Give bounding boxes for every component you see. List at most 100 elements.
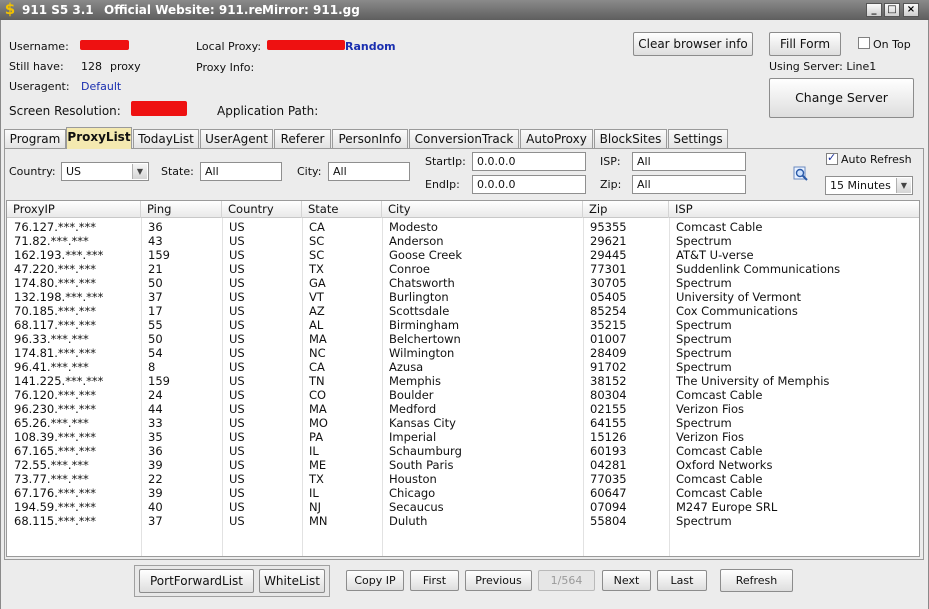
close-button[interactable]: × — [903, 3, 919, 17]
cell-isp: Suddenlink Communications — [676, 262, 841, 276]
auto-refresh-checkbox[interactable] — [826, 151, 838, 165]
white-list-button[interactable]: WhiteList — [259, 569, 325, 593]
tab-conversiontrack[interactable]: ConversionTrack — [409, 129, 519, 148]
cell-isp: Spectrum — [676, 360, 732, 374]
cell-isp: Spectrum — [676, 318, 732, 332]
on-top-checkbox[interactable] — [858, 37, 870, 49]
header-col-isp[interactable]: ISP — [669, 201, 919, 218]
startip-input[interactable]: 0.0.0.0 — [472, 152, 586, 171]
tab-autoproxy[interactable]: AutoProxy — [520, 129, 593, 148]
table-row[interactable]: 96.33.***.*** 50 US MA Belchertown 01007 Spect… — [7, 332, 919, 346]
tab-settings[interactable]: Settings — [668, 129, 728, 148]
cell-ping: 24 — [148, 388, 163, 402]
cell-ping: 159 — [148, 248, 170, 262]
table-row[interactable]: 67.176.***.*** 39 US IL Chicago 60647 Comcast … — [7, 486, 919, 500]
tab-referer[interactable]: Referer — [274, 129, 331, 148]
header-col-ping[interactable]: Ping — [141, 201, 222, 218]
minimize-button[interactable]: _ — [866, 3, 882, 17]
cell-state: NJ — [309, 500, 321, 514]
useragent-link[interactable]: Default — [81, 80, 121, 93]
maximize-button[interactable]: □ — [884, 3, 900, 17]
cell-city: Anderson — [389, 234, 444, 248]
useragent-label: Useragent: — [9, 80, 70, 93]
zip-input[interactable]: All — [632, 175, 746, 194]
header-col-city[interactable]: City — [382, 201, 583, 218]
header-col-country[interactable]: Country — [222, 201, 302, 218]
city-input[interactable]: All — [328, 162, 410, 181]
table-row[interactable]: 68.115.***.*** 37 US MN Duluth 55804 Spectrum — [7, 514, 919, 528]
cell-state: GA — [309, 276, 326, 290]
table-row[interactable]: 76.127.***.*** 36 US CA Modesto 95355 Comcast … — [7, 220, 919, 234]
cell-city: Memphis — [389, 374, 441, 388]
table-row[interactable]: 132.198.***.*** 37 US VT Burlington 05405 Univ… — [7, 290, 919, 304]
tab-blocksites[interactable]: BlockSites — [594, 129, 667, 148]
table-row[interactable]: 65.26.***.*** 33 US MO Kansas City 64155 Spect… — [7, 416, 919, 430]
search-icon[interactable] — [793, 166, 809, 182]
header-col-proxyip[interactable]: ProxyIP — [7, 201, 141, 218]
tab-proxylist[interactable]: ProxyList — [66, 127, 132, 149]
cell-state: AZ — [309, 304, 325, 318]
table-row[interactable]: 174.81.***.*** 54 US NC Wilmington 28409 Spect… — [7, 346, 919, 360]
cell-state: TX — [309, 262, 324, 276]
table-row[interactable]: 68.117.***.*** 55 US AL Birmingham 35215 Spect… — [7, 318, 919, 332]
mirror-text: Mirror: 911.gg — [262, 3, 360, 17]
country-select[interactable]: US ▼ — [61, 162, 149, 181]
cell-zip: 35215 — [590, 318, 627, 332]
cell-ping: 35 — [148, 430, 163, 444]
website-text: Official Website: 911.re — [104, 3, 263, 17]
tab-personinfo[interactable]: PersonInfo — [332, 129, 408, 148]
table-row[interactable]: 72.55.***.*** 39 US ME South Paris 04281 Oxfor… — [7, 458, 919, 472]
previous-page-button[interactable]: Previous — [465, 570, 532, 591]
cell-zip: 28409 — [590, 346, 627, 360]
cell-city: Houston — [389, 472, 437, 486]
table-row[interactable]: 73.77.***.*** 22 US TX Houston 77035 Comcast C… — [7, 472, 919, 486]
tab-useragent[interactable]: UserAgent — [200, 129, 273, 148]
cell-country: US — [229, 500, 245, 514]
tab-todaylist[interactable]: TodayList — [133, 129, 199, 148]
port-forward-list-button[interactable]: PortForwardList — [139, 569, 254, 593]
header-col-state[interactable]: State — [302, 201, 382, 218]
on-top-label: On Top — [873, 38, 911, 51]
next-page-button[interactable]: Next — [602, 570, 651, 591]
table-row[interactable]: 141.225.***.*** 159 US TN Memphis 38152 The Un… — [7, 374, 919, 388]
cell-ping: 22 — [148, 472, 163, 486]
cell-zip: 15126 — [590, 430, 627, 444]
cell-country: US — [229, 220, 245, 234]
fill-form-button[interactable]: Fill Form — [769, 32, 841, 56]
last-page-button[interactable]: Last — [657, 570, 707, 591]
table-row[interactable]: 76.120.***.*** 24 US CO Boulder 80304 Comcast … — [7, 388, 919, 402]
state-input[interactable]: All — [200, 162, 282, 181]
isp-input[interactable]: All — [632, 152, 746, 171]
table-row[interactable]: 162.193.***.*** 159 US SC Goose Creek 29445 AT… — [7, 248, 919, 262]
random-link[interactable]: Random — [345, 40, 396, 53]
copy-ip-button[interactable]: Copy IP — [346, 570, 404, 591]
refresh-button[interactable]: Refresh — [720, 569, 793, 592]
cell-country: US — [229, 234, 245, 248]
header-col-zip[interactable]: Zip — [583, 201, 669, 218]
table-row[interactable]: 108.39.***.*** 35 US PA Imperial 15126 Verizon… — [7, 430, 919, 444]
tab-program[interactable]: Program — [4, 129, 66, 148]
change-server-button[interactable]: Change Server — [769, 78, 914, 118]
cell-city: Wilmington — [389, 346, 455, 360]
table-row[interactable]: 71.82.***.*** 43 US SC Anderson 29621 Spectrum — [7, 234, 919, 248]
cell-country: US — [229, 304, 245, 318]
clear-browser-info-button[interactable]: Clear browser info — [633, 32, 753, 56]
cell-country: US — [229, 472, 245, 486]
refresh-interval-select[interactable]: 15 Minutes ▼ — [825, 176, 913, 195]
table-row[interactable]: 194.59.***.*** 40 US NJ Secaucus 07094 M247 Eu… — [7, 500, 919, 514]
endip-input[interactable]: 0.0.0.0 — [472, 175, 586, 194]
cell-proxyip: 67.176.***.*** — [14, 486, 97, 500]
cell-ping: 39 — [148, 458, 163, 472]
table-row[interactable]: 96.230.***.*** 44 US MA Medford 02155 Verizon … — [7, 402, 919, 416]
table-header: ProxyIP Ping Country State City Zip ISP — [7, 201, 919, 218]
table-row[interactable]: 47.220.***.*** 21 US TX Conroe 77301 Suddenlin… — [7, 262, 919, 276]
first-page-button[interactable]: First — [410, 570, 459, 591]
cell-ping: 17 — [148, 304, 163, 318]
cell-city: Chatsworth — [389, 276, 455, 290]
cell-state: CA — [309, 360, 325, 374]
table-row[interactable]: 96.41.***.*** 8 US CA Azusa 91702 Spectrum — [7, 360, 919, 374]
table-row[interactable]: 174.80.***.*** 50 US GA Chatsworth 30705 Spect… — [7, 276, 919, 290]
table-row[interactable]: 70.185.***.*** 17 US AZ Scottsdale 85254 Cox C… — [7, 304, 919, 318]
table-row[interactable]: 67.165.***.*** 36 US IL Schaumburg 60193 Comca… — [7, 444, 919, 458]
auto-refresh-label: Auto Refresh — [841, 153, 912, 166]
